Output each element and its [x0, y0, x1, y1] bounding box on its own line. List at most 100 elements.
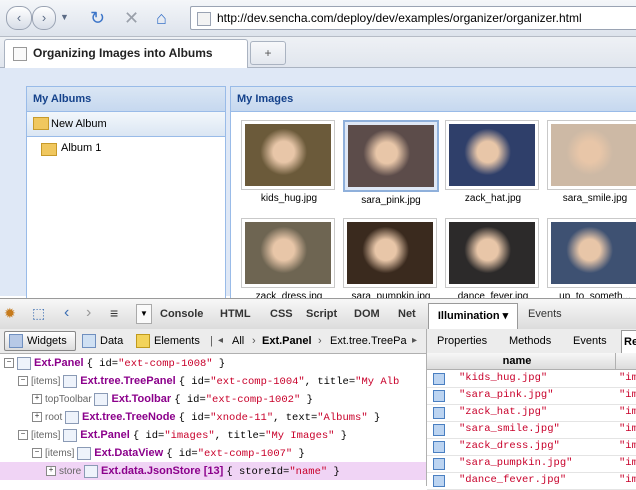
image-thumbnail[interactable]	[343, 120, 439, 192]
image-thumbnail[interactable]	[445, 218, 539, 288]
new-tab-button[interactable]: +	[250, 41, 286, 65]
tab-illumination[interactable]: Illumination ▾	[428, 303, 518, 330]
elements-button[interactable]: Elements	[154, 329, 200, 353]
tab-net[interactable]: Net	[398, 299, 416, 329]
widget-tree-node[interactable]: − [items] Ext.Panel { id="images", title=…	[0, 426, 442, 444]
crumb-left-icon[interactable]: ◂	[218, 329, 223, 353]
images-panel-title: My Images	[231, 87, 636, 112]
widget-tree-node[interactable]: + topToolbar Ext.Toolbar { id="ext-comp-1…	[0, 390, 456, 408]
history-dropdown-icon[interactable]: ▼	[60, 12, 69, 22]
image-thumbnail[interactable]	[241, 120, 335, 190]
image-thumb-item[interactable]: dance_fever.jpg	[445, 218, 541, 299]
crumb-separator-icon: |	[210, 335, 213, 347]
tab-organizer[interactable]: Organizing Images into Albums	[4, 39, 248, 68]
image-thumb-item[interactable]: zack_dress.jpg	[241, 218, 337, 299]
back-nav-icon[interactable]: ‹	[64, 304, 69, 322]
tab-console[interactable]: Console	[160, 299, 203, 329]
address-bar[interactable]: http://dev.sencha.com/deploy/dev/example…	[190, 6, 636, 30]
collapse-icon[interactable]: −	[18, 430, 28, 441]
tab-methods[interactable]: Methods	[509, 329, 551, 353]
album-1-node[interactable]: Album 1	[61, 137, 101, 159]
grid-row[interactable]: "sara_pumpkin.jpg" "im	[427, 455, 636, 473]
properties-panel: Properties Methods Events Re name "kids_…	[426, 329, 636, 490]
expand-icon[interactable]: +	[32, 394, 42, 405]
tab-events-right[interactable]: Events	[573, 329, 607, 353]
image-thumbnail[interactable]	[547, 218, 636, 288]
image-thumb-item[interactable]: kids_hug.jpg	[241, 120, 337, 204]
firebug-toolbar: ✹ ⬚ ‹ › ≡ ▼ Console HTML CSS Script DOM …	[0, 298, 636, 330]
new-album-button[interactable]: New Album	[51, 112, 107, 136]
data-icon	[82, 334, 96, 348]
photo-image	[245, 222, 331, 284]
tab-title: Organizing Images into Albums	[33, 46, 213, 60]
node-class: Ext.Panel	[34, 357, 87, 369]
collapse-icon[interactable]: −	[32, 448, 42, 459]
image-thumb-item[interactable]: up_to_someth...	[547, 218, 636, 299]
menu-icon[interactable]: ≡	[110, 305, 118, 321]
image-thumb-item[interactable]: sara_pumpkin.jpg	[343, 218, 439, 299]
menu-dropdown-icon[interactable]: ▼	[136, 304, 152, 324]
image-thumbnail[interactable]	[547, 120, 636, 190]
node-props: { id="ext-comp-1007" }	[166, 448, 305, 460]
node-key: root	[45, 412, 66, 423]
grid-cell-next: "im	[619, 457, 636, 469]
widget-tree-node[interactable]: + store Ext.data.JsonStore [13] { storeId…	[0, 462, 470, 480]
image-thumbnail[interactable]	[445, 120, 539, 190]
component-icon	[63, 374, 78, 388]
tab-html[interactable]: HTML	[220, 299, 251, 329]
grid-row[interactable]: "sara_smile.jpg" "im	[427, 421, 636, 439]
component-icon	[17, 356, 31, 370]
image-thumb-item[interactable]: sara_pink.jpg	[343, 120, 439, 206]
grid-row[interactable]: "kids_hug.jpg" "im	[427, 370, 636, 388]
node-key: store	[59, 466, 85, 477]
grid-cell-next: "im	[619, 440, 636, 452]
expand-icon[interactable]: +	[32, 412, 42, 423]
tab-css[interactable]: CSS	[270, 299, 293, 329]
node-class: Ext.data.JsonStore [13]	[101, 465, 227, 477]
expand-icon[interactable]: +	[46, 466, 56, 477]
firebug-icon[interactable]: ✹	[4, 305, 16, 322]
image-thumb-item[interactable]: sara_smile.jpg	[547, 120, 636, 204]
widget-tree-node[interactable]: − [items] Ext.tree.TreePanel { id="ext-co…	[0, 372, 442, 390]
forward-nav-icon[interactable]: ›	[86, 304, 91, 322]
grid-header-name[interactable]: name	[427, 353, 607, 369]
grid-cell-name: "sara_smile.jpg"	[459, 423, 560, 435]
image-thumbnail[interactable]	[343, 218, 437, 288]
crumb-treepanel[interactable]: Ext.tree.TreePa	[330, 329, 410, 353]
grid-header: name	[427, 353, 636, 370]
image-thumb-item[interactable]: zack_hat.jpg	[445, 120, 541, 204]
grid-row[interactable]: "zack_hat.jpg" "im	[427, 404, 636, 422]
tab-script[interactable]: Script	[306, 299, 337, 329]
image-thumbnail[interactable]	[241, 218, 335, 288]
node-key: topToolbar	[45, 394, 95, 405]
data-button[interactable]: Data	[100, 329, 123, 353]
widget-tree-node[interactable]: − Ext.Panel { id="ext-comp-1008" }	[0, 354, 428, 372]
tab-re[interactable]: Re	[621, 330, 636, 354]
back-button[interactable]: ‹	[6, 6, 32, 30]
crumb-right-icon[interactable]: ▸	[412, 329, 417, 353]
widget-tree-node[interactable]: − [items] Ext.DataView { id="ext-comp-100…	[0, 444, 456, 462]
widgets-button[interactable]: Widgets	[4, 331, 76, 351]
component-icon	[84, 464, 99, 478]
grid-cell-name: "zack_hat.jpg"	[459, 406, 548, 418]
tab-dom[interactable]: DOM	[354, 299, 380, 329]
crumb-all[interactable]: All	[232, 329, 244, 353]
reload-icon[interactable]: ↻	[90, 8, 105, 28]
inspect-icon[interactable]: ⬚	[32, 305, 45, 322]
grid-row[interactable]: "dance_fever.jpg" "im	[427, 472, 636, 490]
tab-properties[interactable]: Properties	[437, 329, 487, 353]
crumb-panel[interactable]: Ext.Panel	[262, 329, 312, 353]
collapse-icon[interactable]: −	[18, 376, 28, 387]
collapse-icon[interactable]: −	[4, 358, 14, 369]
grid-row[interactable]: "zack_dress.jpg" "im	[427, 438, 636, 456]
home-icon[interactable]: ⌂	[156, 8, 167, 28]
grid-cell-next: "im	[619, 474, 636, 486]
forward-button[interactable]: ›	[32, 6, 56, 30]
photo-image	[551, 222, 636, 284]
tab-events[interactable]: Events	[528, 299, 562, 329]
grid-row[interactable]: "sara_pink.jpg" "im	[427, 387, 636, 405]
stop-icon[interactable]: ✕	[124, 8, 139, 28]
component-icon	[65, 410, 80, 424]
node-props: { id="xnode-11", text="Albums" }	[178, 412, 381, 424]
widget-tree-node[interactable]: + root Ext.tree.TreeNode { id="xnode-11",…	[0, 408, 456, 426]
